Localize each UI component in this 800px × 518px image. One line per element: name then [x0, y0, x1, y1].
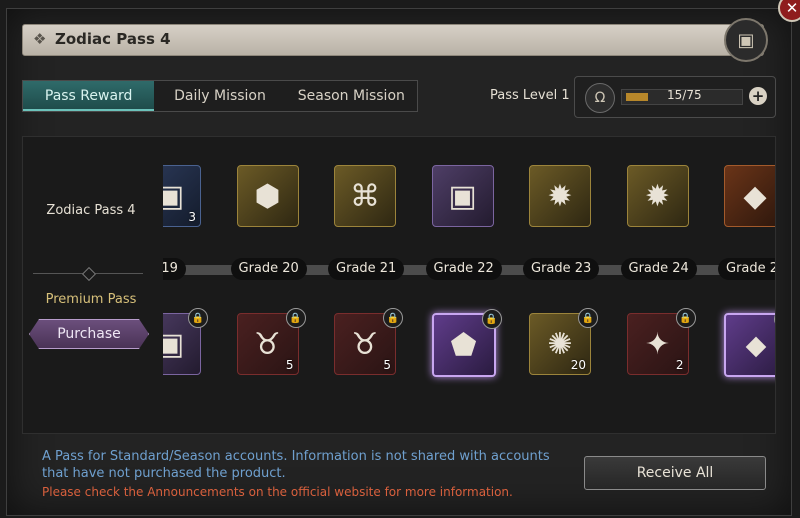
purchase-button[interactable]: Purchase: [29, 319, 149, 349]
pass-level-label: Pass Level 1: [490, 88, 570, 103]
hexagon-box-icon: ⬢: [254, 178, 281, 214]
free-reward-0[interactable]: ▣ 3: [163, 165, 201, 227]
stone-icon: ⬟: [450, 327, 477, 363]
premium-reward-5[interactable]: ✦ 🔒 2: [626, 308, 696, 375]
reward-panel: Zodiac Pass 4 Premium Pass Purchase ▣3de…: [22, 136, 776, 434]
grade-label: Grade 24: [620, 258, 697, 280]
free-reward-4[interactable]: ✹: [529, 165, 591, 227]
free-reward-1[interactable]: ⬢: [236, 165, 299, 227]
crystal-icon: ◆: [743, 178, 767, 214]
crest-icon: ✹: [644, 178, 671, 214]
bull-skull-icon: ♉: [254, 326, 281, 362]
ornament-icon: ❖: [33, 30, 47, 48]
grade-label: Grade 23: [523, 258, 600, 280]
divider-ornament: [81, 266, 97, 282]
lock-icon: 🔒: [383, 308, 403, 328]
reward-count: 5: [285, 358, 294, 372]
chest-icon: ▣: [163, 178, 185, 214]
reward-count: 20: [570, 358, 586, 372]
info-text: A Pass for Standard/Season accounts. Inf…: [42, 449, 550, 481]
lock-icon: 🔒: [675, 308, 696, 328]
close-icon: ✕: [785, 0, 799, 17]
chest-button[interactable]: ▣: [724, 18, 768, 62]
premium-track-title: Premium Pass: [45, 292, 137, 307]
tab-pass-reward[interactable]: Pass Reward: [23, 81, 155, 111]
lock-icon: 🔒: [481, 309, 502, 329]
title-bar: ❖ Zodiac Pass 4: [22, 24, 764, 56]
receive-all-button[interactable]: Receive All: [584, 456, 766, 490]
chest-icon: ▣: [163, 326, 185, 362]
reward-count: 2: [675, 358, 684, 372]
free-track-title: Zodiac Pass 4: [46, 203, 136, 218]
flower-icon: ✺: [547, 326, 573, 362]
plus-icon: +: [751, 87, 765, 105]
flame-icon: ✦: [644, 326, 671, 362]
crest-icon: ✹: [547, 178, 573, 214]
lock-icon: 🔒: [285, 308, 306, 328]
reward-count: 5: [383, 358, 391, 372]
tab-bar: Pass Reward Daily Mission Season Mission: [22, 80, 418, 112]
premium-reward-2[interactable]: ♉ 🔒 5: [334, 308, 403, 375]
grade-label: Grade 25: [718, 258, 775, 280]
level-progress-fill: [626, 93, 649, 101]
lock-icon: 🔒: [578, 308, 598, 328]
premium-reward-1[interactable]: ♉ 🔒 5: [236, 308, 306, 375]
grade-label: de 19: [163, 258, 186, 280]
lock-icon: 🔒: [188, 308, 208, 328]
track-labels: Zodiac Pass 4 Premium Pass Purchase: [23, 137, 159, 433]
free-reward-6[interactable]: ◆: [724, 165, 775, 227]
grade-label: Grade 22: [425, 258, 502, 280]
chest-icon: ▣: [737, 29, 755, 51]
premium-reward-6[interactable]: ⬥🔒: [724, 309, 775, 377]
notice-text: Please check the Announcements on the of…: [42, 485, 513, 499]
grade-label: Grade 21: [328, 258, 405, 280]
gem-icon: ⬥: [745, 327, 767, 363]
premium-reward-3[interactable]: ⬟ 🔒: [431, 309, 502, 377]
reward-count: 3: [188, 210, 196, 224]
plus-button[interactable]: +: [749, 87, 767, 105]
horseshoe-icon: Ω: [585, 83, 615, 113]
premium-reward-4[interactable]: ✺ 🔒 20: [529, 308, 598, 375]
window-title: Zodiac Pass 4: [55, 30, 171, 48]
premium-reward-0[interactable]: ▣ 🔒: [163, 308, 208, 375]
free-reward-5[interactable]: ✹: [626, 165, 689, 227]
bull-skull-icon: ♉: [351, 326, 379, 362]
reward-track[interactable]: ▣3de 19▣🔒⬢Grade 20♉🔒5⌘Grade 21♉🔒5▣Grade …: [163, 137, 775, 433]
tab-daily-mission[interactable]: Daily Mission: [154, 81, 285, 111]
lock-icon: 🔒: [774, 309, 775, 329]
chest-icon: ▣: [448, 178, 477, 214]
tab-season-mission[interactable]: Season Mission: [286, 81, 417, 111]
pass-level-box: Ω 15/75 +: [574, 76, 776, 118]
level-progress-text: 15/75: [667, 88, 702, 102]
scroll-icon: ⌘: [350, 178, 380, 214]
grade-label: Grade 20: [230, 258, 307, 280]
free-reward-3[interactable]: ▣: [431, 165, 494, 227]
free-reward-2[interactable]: ⌘: [334, 165, 396, 227]
